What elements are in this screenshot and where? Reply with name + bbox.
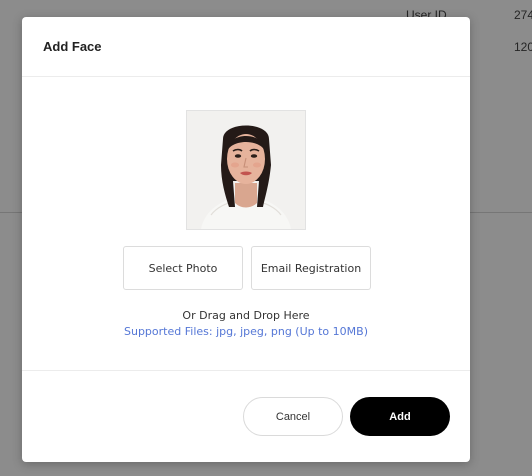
- face-photo-icon: [187, 111, 305, 229]
- face-photo-preview: [186, 110, 306, 230]
- footer-divider: [22, 370, 470, 371]
- add-button[interactable]: Add: [350, 397, 450, 436]
- add-face-modal: Add Face Select Photo Email Registration…: [22, 17, 470, 462]
- modal-title: Add Face: [43, 39, 102, 54]
- modal-header: Add Face: [22, 17, 470, 77]
- select-photo-button[interactable]: Select Photo: [123, 246, 243, 290]
- drag-drop-text: Or Drag and Drop Here: [182, 309, 310, 322]
- supported-files-text: Supported Files: jpg, jpeg, png (Up to 1…: [124, 325, 368, 338]
- email-registration-button[interactable]: Email Registration: [251, 246, 371, 290]
- cancel-button[interactable]: Cancel: [243, 397, 343, 436]
